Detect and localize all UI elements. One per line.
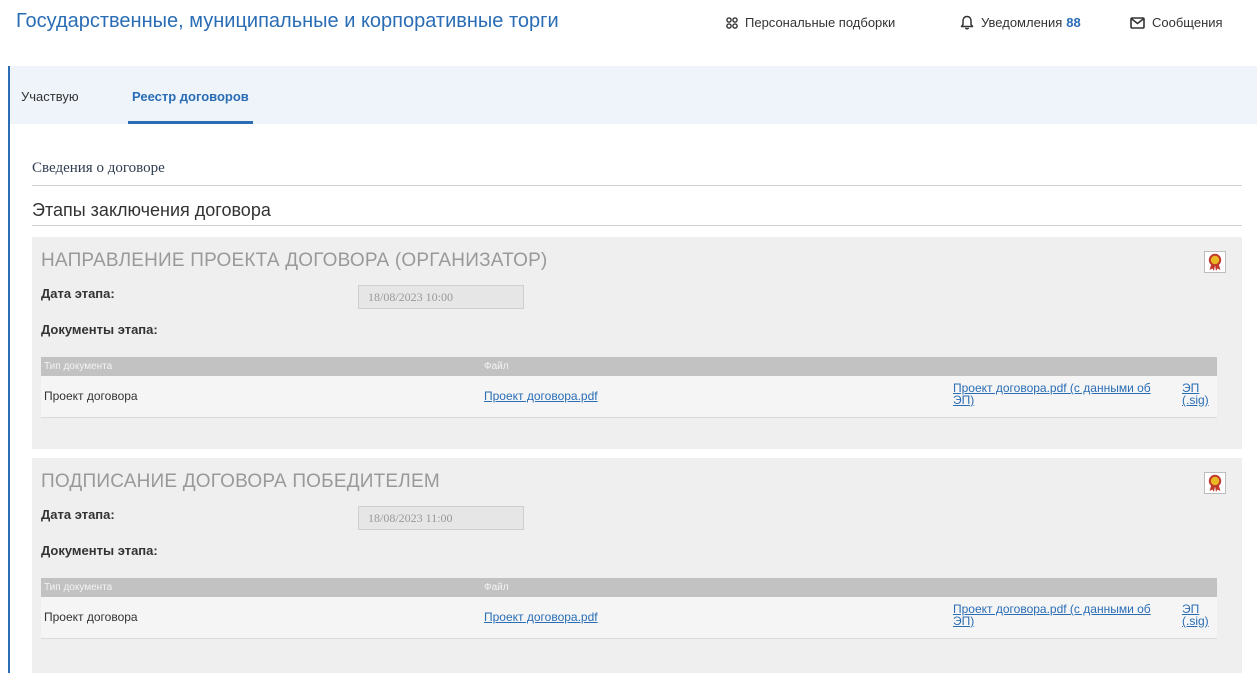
documents-table: Тип документа Файл Проект договора Проек… bbox=[41, 357, 1217, 418]
column-header-doc-type: Тип документа bbox=[44, 582, 113, 593]
bell-icon bbox=[960, 15, 974, 30]
personal-collections-link[interactable]: Персональные подборки bbox=[726, 15, 895, 30]
contract-info-heading[interactable]: Сведения о договоре bbox=[32, 160, 1242, 186]
column-header-file: Файл bbox=[484, 361, 509, 372]
table-header: Тип документа Файл bbox=[41, 357, 1217, 376]
documents-table: Тип документа Файл Проект договора Проек… bbox=[41, 578, 1217, 639]
table-header: Тип документа Файл bbox=[41, 578, 1217, 597]
doc-type-cell: Проект договора bbox=[44, 389, 138, 403]
grid-dots-icon bbox=[726, 16, 738, 29]
site-title[interactable]: Государственные, муниципальные и корпора… bbox=[16, 10, 559, 33]
stage-panel: НАПРАВЛЕНИЕ ПРОЕКТА ДОГОВОРА (ОРГАНИЗАТО… bbox=[32, 237, 1242, 449]
personal-collections-label: Персональные подборки bbox=[745, 15, 896, 30]
stage-title: ПОДПИСАНИЕ ДОГОВОРА ПОБЕДИТЕЛЕМ bbox=[41, 471, 440, 492]
stage-date-field[interactable]: 18/08/2023 10:00 bbox=[358, 285, 524, 309]
certificate-icon[interactable] bbox=[1204, 251, 1226, 273]
certificate-icon[interactable] bbox=[1204, 472, 1226, 494]
stage-date-field[interactable]: 18/08/2023 11:00 bbox=[358, 506, 524, 530]
notifications-link[interactable]: Уведомления 88 bbox=[960, 15, 1081, 30]
column-header-doc-type: Тип документа bbox=[44, 361, 113, 372]
stage-documents-label: Документы этапа: bbox=[41, 543, 158, 558]
stage-documents-label: Документы этапа: bbox=[41, 322, 158, 337]
stage-title: НАПРАВЛЕНИЕ ПРОЕКТА ДОГОВОРА (ОРГАНИЗАТО… bbox=[41, 250, 548, 271]
stages-heading: Этапы заключения договора bbox=[32, 200, 1242, 226]
signature-sig-link[interactable]: ЭП (.sig) bbox=[1182, 603, 1217, 627]
messages-label: Сообщения bbox=[1152, 15, 1223, 30]
file-link-pdf[interactable]: Проект договора.pdf bbox=[484, 389, 598, 403]
envelope-icon bbox=[1130, 16, 1145, 29]
notifications-count: 88 bbox=[1066, 15, 1081, 30]
stage-panel: ПОДПИСАНИЕ ДОГОВОРА ПОБЕДИТЕЛЕМ Дата эта… bbox=[32, 458, 1242, 673]
messages-link[interactable]: Сообщения bbox=[1130, 15, 1223, 30]
top-bar: Государственные, муниципальные и корпора… bbox=[0, 0, 1257, 66]
stage-date-label: Дата этапа: bbox=[41, 286, 115, 301]
column-header-file: Файл bbox=[484, 582, 509, 593]
stage-date-label: Дата этапа: bbox=[41, 507, 115, 522]
table-row: Проект договора Проект договора.pdf Прое… bbox=[41, 376, 1217, 418]
tab-bar: Участвую Реестр договоров bbox=[10, 66, 1257, 124]
file-link-pdf-with-signature[interactable]: Проект договора.pdf (с данными об ЭП) bbox=[953, 382, 1173, 406]
tab-contract-registry[interactable]: Реестр договоров bbox=[132, 89, 249, 104]
signature-sig-link[interactable]: ЭП (.sig) bbox=[1182, 382, 1217, 406]
notifications-label: Уведомления bbox=[981, 15, 1063, 30]
doc-type-cell: Проект договора bbox=[44, 610, 138, 624]
tab-participate[interactable]: Участвую bbox=[21, 89, 79, 104]
file-link-pdf[interactable]: Проект договора.pdf bbox=[484, 610, 598, 624]
table-row: Проект договора Проект договора.pdf Прое… bbox=[41, 597, 1217, 639]
active-tab-indicator bbox=[128, 121, 253, 124]
file-link-pdf-with-signature[interactable]: Проект договора.pdf (с данными об ЭП) bbox=[953, 603, 1173, 627]
